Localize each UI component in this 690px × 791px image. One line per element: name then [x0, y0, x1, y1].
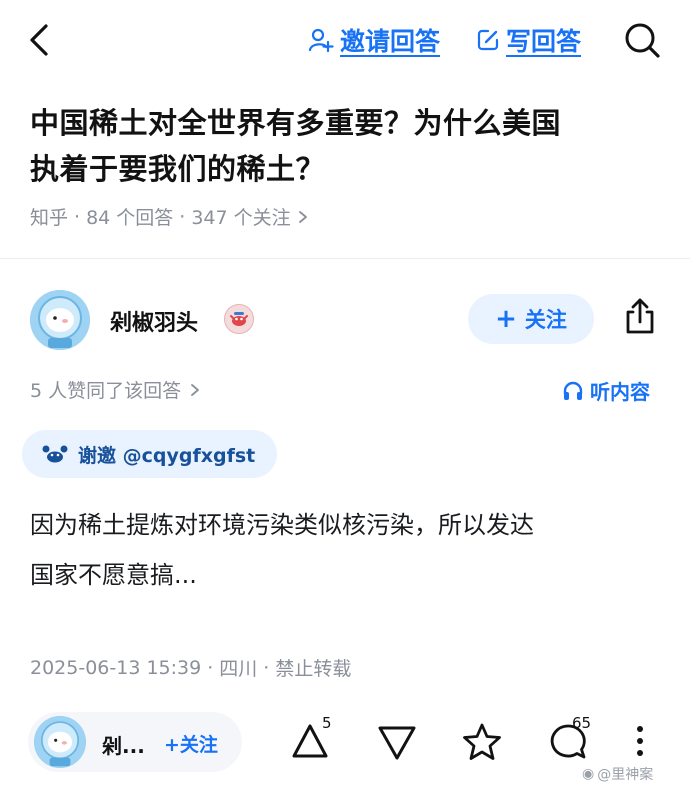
invited-by-text: 谢邀 @cqygfxgfst [78, 444, 256, 467]
listen-button[interactable]: 听内容 [562, 376, 650, 405]
more-button[interactable] [630, 720, 650, 770]
author-name[interactable]: 剁椒羽头 [110, 305, 198, 337]
back-button[interactable] [26, 22, 54, 58]
answer-count: 84 个回答 [86, 207, 174, 229]
answer-body[interactable]: 因为稀土提炼对环境污染类似核污染，所以发达 国家不愿意搞... [30, 500, 665, 600]
separator-dot: · [263, 656, 270, 679]
answer-meta: 2025-06-13 15:39 · 四川 · 禁止转载 [30, 654, 351, 681]
follower-count: 347 个关注 [191, 207, 291, 229]
astronaut-avatar-image [34, 716, 86, 768]
headphones-icon [563, 381, 583, 400]
separator-dot: · [179, 205, 186, 228]
source-label: 知乎 [30, 207, 69, 229]
invite-answer-button[interactable]: 邀请回答 [308, 22, 440, 58]
mini-author-avatar[interactable] [34, 716, 86, 768]
answer-body-line-2: 国家不愿意搞... [30, 561, 197, 589]
listen-label: 听内容 [590, 380, 650, 404]
mini-author-name: 剁... [102, 734, 145, 758]
follow-label: 关注 [524, 308, 567, 332]
share-icon [626, 298, 654, 334]
upvoters-text: 5 人赞同了该回答 [30, 380, 182, 402]
copyright-notice: 禁止转载 [275, 658, 352, 680]
question-meta[interactable]: 知乎 · 84 个回答 · 347 个关注 [30, 203, 309, 230]
chevron-right-icon [298, 210, 307, 223]
separator-dot: · [74, 205, 81, 228]
divider [0, 258, 690, 259]
question-title-line-2: 执着于要我们的稀土？ [30, 152, 326, 186]
answer-location: 四川 [219, 658, 258, 680]
answer-body-line-1: 因为稀土提炼对环境污染类似核污染，所以发达 [30, 511, 534, 539]
upvoters-link[interactable]: 5 人赞同了该回答 [30, 376, 201, 403]
favorite-button[interactable] [460, 720, 504, 770]
edit-icon [477, 29, 499, 51]
star-icon [463, 723, 501, 760]
invite-answer-label: 邀请回答 [340, 27, 441, 56]
search-icon [625, 23, 660, 58]
watermark-text: @里神案 [597, 767, 654, 783]
search-button[interactable] [622, 20, 662, 60]
chevron-right-icon [191, 383, 200, 396]
mini-follow-button[interactable]: +关注 [164, 730, 218, 757]
crab-icon [42, 445, 68, 463]
weibo-icon: ◉ [582, 766, 595, 782]
author-avatar[interactable] [30, 290, 90, 350]
more-vertical-icon [637, 726, 643, 756]
write-answer-label: 写回答 [506, 27, 582, 56]
crab-badge-icon [230, 312, 248, 326]
share-button[interactable] [622, 296, 658, 336]
question-title-line-1: 中国稀土对全世界有多重要？为什么美国 [30, 106, 562, 140]
chevron-left-icon [30, 24, 48, 56]
question-title[interactable]: 中国稀土对全世界有多重要？为什么美国 执着于要我们的稀土？ [30, 100, 660, 192]
watermark: ◉ @里神案 [582, 764, 653, 784]
astronaut-avatar-image [30, 290, 90, 350]
invite-person-icon [308, 28, 334, 53]
downvote-button[interactable] [376, 720, 418, 770]
comment-count: 65 [572, 714, 592, 732]
invited-by-pill[interactable]: 谢邀 @cqygfxgfst [22, 430, 278, 478]
plus-icon: + [495, 304, 517, 334]
separator-dot: · [207, 656, 214, 679]
follow-button[interactable]: + 关注 [468, 294, 594, 344]
upvote-count: 5 [322, 714, 332, 732]
answer-date: 2025-06-13 15:39 [30, 656, 202, 679]
author-badge [224, 304, 254, 334]
write-answer-button[interactable]: 写回答 [476, 22, 581, 58]
downvote-triangle-icon [378, 726, 416, 760]
